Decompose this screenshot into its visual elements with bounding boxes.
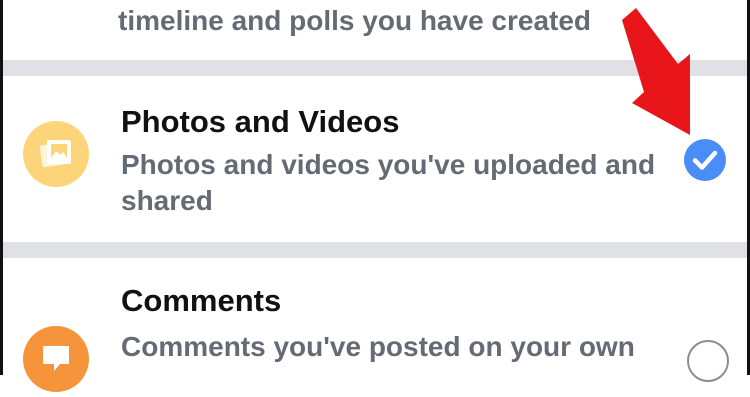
selected-checkbox[interactable] xyxy=(684,139,726,181)
checkmark-icon xyxy=(692,150,718,170)
partial-description: timeline and polls you have created xyxy=(118,5,592,36)
option-comments[interactable]: Comments Comments you've posted on your … xyxy=(3,258,747,392)
section-divider xyxy=(3,242,747,258)
option-description-line1: Photos and videos you've uploaded and xyxy=(121,149,656,180)
option-title: Photos and Videos xyxy=(121,104,400,139)
unselected-checkbox[interactable] xyxy=(687,340,729,382)
option-description-line2: shared xyxy=(121,185,213,216)
option-title: Comments xyxy=(121,283,282,318)
section-divider xyxy=(3,60,747,76)
option-description-line1: Comments you've posted on your own xyxy=(121,331,635,362)
photo-icon xyxy=(23,121,89,187)
section-partial-top: timeline and polls you have created xyxy=(3,0,747,60)
option-photos-and-videos[interactable]: Photos and Videos Photos and videos you'… xyxy=(3,76,747,242)
comment-icon xyxy=(23,326,89,392)
